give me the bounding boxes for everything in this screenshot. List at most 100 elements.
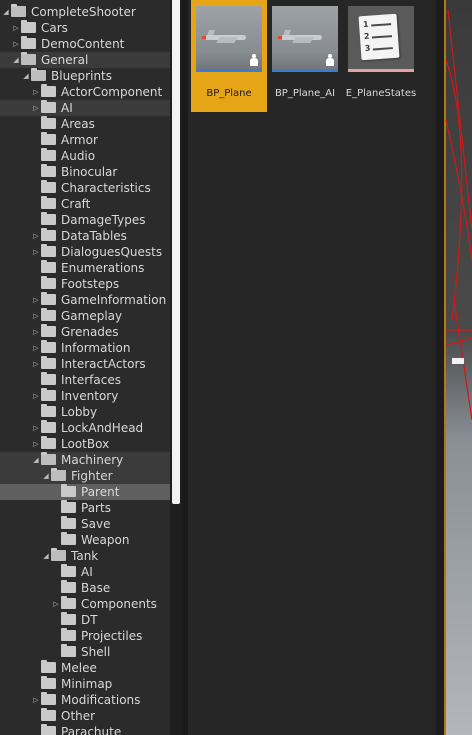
tree-row[interactable]: ▷ LootBox	[0, 436, 170, 452]
tree-row[interactable]: ◢ Machinery	[0, 452, 170, 468]
tree-row[interactable]: ▷ Information	[0, 340, 170, 356]
expand-arrow-icon[interactable]: ▷	[32, 420, 40, 436]
tree-row[interactable]: Base	[0, 580, 170, 596]
asset-tile-bp-plane-ai[interactable]: BP_Plane_AI	[267, 0, 343, 112]
tree-scrollbar[interactable]	[172, 0, 180, 504]
folder-icon	[21, 36, 36, 49]
tree-row[interactable]: Minimap	[0, 676, 170, 692]
tree-row-label: AI	[81, 565, 93, 579]
tree-row[interactable]: ▷ GameInformation	[0, 292, 170, 308]
folder-icon	[61, 596, 76, 609]
expand-arrow-icon[interactable]: ▷	[32, 244, 40, 260]
tree-row[interactable]: ◢ Fighter	[0, 468, 170, 484]
folder-icon	[41, 660, 56, 673]
expand-arrow-icon[interactable]: ▷	[32, 356, 40, 372]
tree-row[interactable]: Save	[0, 516, 170, 532]
expand-arrow-icon[interactable]: ▷	[32, 692, 40, 708]
asset-type-stripe	[348, 69, 414, 72]
tree-row-label: LockAndHead	[61, 421, 144, 435]
tree-row[interactable]: ▷ AI	[0, 100, 170, 116]
folder-tree: ◢ CompleteShooter ▷ Cars ▷ DemoContent ◢ Genera…	[0, 0, 170, 735]
tree-row-label: Lobby	[61, 405, 98, 419]
tree-row[interactable]: ▷ Inventory	[0, 388, 170, 404]
folder-icon	[41, 244, 56, 257]
tree-row-label: Tank	[71, 549, 99, 563]
tree-row[interactable]: ▷ Cars	[0, 20, 170, 36]
tree-row[interactable]: ▷ DataTables	[0, 228, 170, 244]
tree-row[interactable]: DamageTypes	[0, 212, 170, 228]
tree-row[interactable]: Shell	[0, 644, 170, 660]
tree-row-label: Gameplay	[61, 309, 123, 323]
folder-icon	[41, 148, 56, 161]
tree-row-label: Cars	[41, 21, 68, 35]
collapse-arrow-icon[interactable]: ◢	[12, 52, 20, 68]
folder-icon	[61, 628, 76, 641]
tree-row[interactable]: ▷ Gameplay	[0, 308, 170, 324]
tree-row-label: Modifications	[61, 693, 141, 707]
collapse-arrow-icon[interactable]: ◢	[32, 452, 40, 468]
tree-row[interactable]: ▷ LockAndHead	[0, 420, 170, 436]
tree-row[interactable]: ▷ InteractActors	[0, 356, 170, 372]
tree-row[interactable]: Areas	[0, 116, 170, 132]
tree-row[interactable]: Footsteps	[0, 276, 170, 292]
enumeration-list-icon: 1 2 3	[358, 13, 400, 61]
tree-row[interactable]: Characteristics	[0, 180, 170, 196]
tree-row[interactable]: Projectiles	[0, 628, 170, 644]
tree-row[interactable]: Weapon	[0, 532, 170, 548]
tree-row-label: Armor	[61, 133, 98, 147]
expand-arrow-icon[interactable]: ▷	[32, 84, 40, 100]
tree-row[interactable]: ▷ Components	[0, 596, 170, 612]
expand-arrow-icon[interactable]: ▷	[32, 388, 40, 404]
tree-row-label: Save	[81, 517, 111, 531]
asset-tile-bp-plane[interactable]: BP_Plane	[191, 0, 267, 112]
tree-row[interactable]: ▷ DialoguesQuests	[0, 244, 170, 260]
tree-row[interactable]: AI	[0, 564, 170, 580]
folder-icon	[61, 644, 76, 657]
tree-row-label: Audio	[61, 149, 96, 163]
folder-open-icon	[51, 468, 66, 481]
tree-row[interactable]: DT	[0, 612, 170, 628]
tree-row[interactable]: Audio	[0, 148, 170, 164]
tree-row[interactable]: Armor	[0, 132, 170, 148]
asset-label: BP_Plane	[206, 88, 252, 99]
collapse-arrow-icon[interactable]: ◢	[22, 68, 30, 84]
tree-row[interactable]: Parachute	[0, 724, 170, 735]
asset-tile-e-planestates[interactable]: 1 2 3 E_PlaneStates	[343, 0, 419, 112]
collapse-arrow-icon[interactable]: ◢	[42, 548, 50, 564]
tree-row-label: Other	[61, 709, 96, 723]
expand-arrow-icon[interactable]: ▷	[12, 36, 20, 52]
tree-row[interactable]: Craft	[0, 196, 170, 212]
expand-arrow-icon[interactable]: ▷	[32, 308, 40, 324]
tree-row[interactable]: ▷ DemoContent	[0, 36, 170, 52]
collapse-arrow-icon[interactable]: ◢	[2, 4, 10, 20]
tree-row[interactable]: ▷ Grenades	[0, 324, 170, 340]
tree-row[interactable]: Interfaces	[0, 372, 170, 388]
expand-arrow-icon[interactable]: ▷	[12, 20, 20, 36]
tree-row-label: Enumerations	[61, 261, 145, 275]
expand-arrow-icon[interactable]: ▷	[32, 228, 40, 244]
expand-arrow-icon[interactable]: ▷	[32, 436, 40, 452]
tree-row[interactable]: ▷ Modifications	[0, 692, 170, 708]
folder-icon	[41, 164, 56, 177]
expand-arrow-icon[interactable]: ▷	[52, 596, 60, 612]
tree-row[interactable]: ◢ Blueprints	[0, 68, 170, 84]
expand-arrow-icon[interactable]: ▷	[32, 324, 40, 340]
tree-row[interactable]: Enumerations	[0, 260, 170, 276]
level-viewport[interactable]	[444, 0, 472, 735]
tree-row[interactable]: ◢ General	[0, 52, 170, 68]
tree-row[interactable]: Binocular	[0, 164, 170, 180]
expand-arrow-icon[interactable]: ▷	[32, 100, 40, 116]
expand-arrow-icon[interactable]: ▷	[32, 292, 40, 308]
tree-row[interactable]: Lobby	[0, 404, 170, 420]
tree-row[interactable]: ▷ ActorComponent	[0, 84, 170, 100]
tree-row[interactable]: Melee	[0, 660, 170, 676]
tree-row[interactable]: Other	[0, 708, 170, 724]
tree-row[interactable]: ◢ CompleteShooter	[0, 4, 170, 20]
expand-arrow-icon[interactable]: ▷	[32, 340, 40, 356]
folder-icon	[61, 516, 76, 529]
folder-icon	[41, 100, 56, 113]
collapse-arrow-icon[interactable]: ◢	[42, 468, 50, 484]
tree-row[interactable]: Parts	[0, 500, 170, 516]
tree-row[interactable]: ◢ Tank	[0, 548, 170, 564]
tree-row[interactable]: Parent	[0, 484, 170, 500]
